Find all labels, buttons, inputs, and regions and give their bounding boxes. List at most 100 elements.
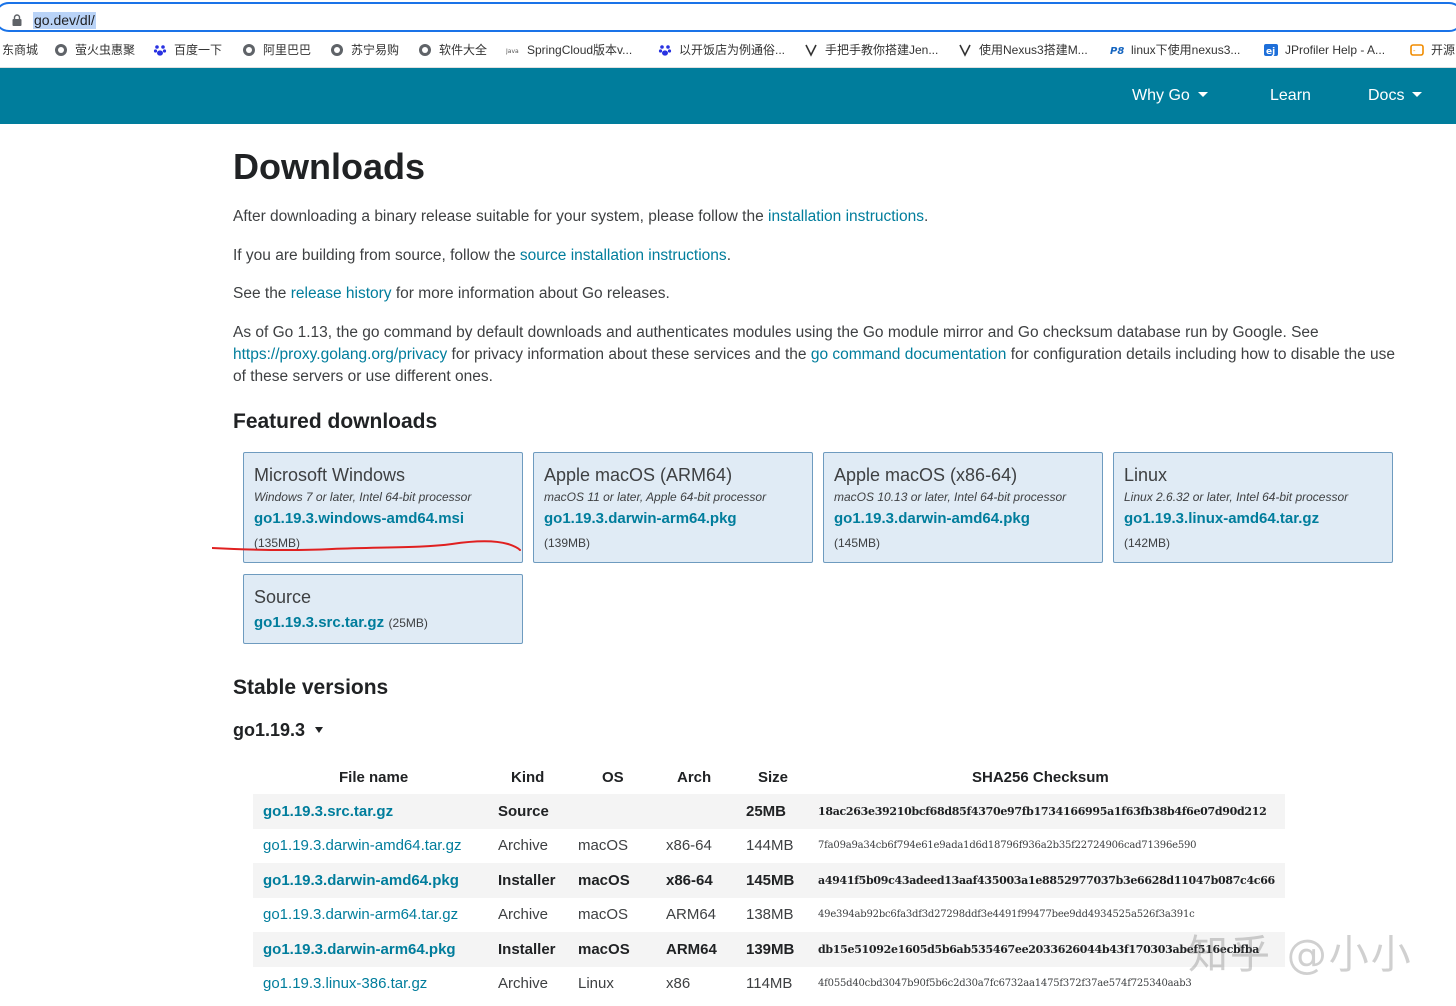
source-file-line: go1.19.3.src.tar.gz (25MB) [254, 614, 428, 632]
file-download-link[interactable]: go1.19.3.src.tar.gz [263, 803, 393, 820]
modules-paragraph: As of Go 1.13, the go command by default… [233, 322, 1398, 388]
site-header: Why Go Learn Docs [0, 68, 1456, 124]
java-icon: Java [505, 43, 520, 57]
bookmark-item[interactable]: 百度一下 [153, 42, 222, 58]
bookmark-label: 使用Nexus3搭建M... [979, 43, 1088, 57]
p8-icon: P8 [1110, 43, 1124, 57]
kind-cell: Installer [498, 863, 578, 898]
browser-address-bar: go.dev/dl/ [0, 0, 1456, 34]
file-download-link[interactable]: go1.19.3.darwin-arm64.pkg [263, 941, 456, 958]
file-name-cell: go1.19.3.darwin-arm64.pkg [253, 932, 498, 967]
table-header-row: File name Kind OS Arch Size SHA256 Check… [253, 760, 1285, 794]
bookmark-item[interactable]: 使用Nexus3搭建M... [958, 42, 1088, 58]
col-size: Size [758, 768, 789, 786]
text: If you are building from source, follow … [233, 247, 520, 264]
file-name-cell: go1.19.3.darwin-amd64.pkg [253, 863, 498, 898]
release-history-link[interactable]: release history [291, 285, 392, 302]
featured-card-linux[interactable]: Linux Linux 2.6.32 or later, Intel 64-bi… [1113, 452, 1393, 563]
text: After downloading a binary release suita… [233, 208, 769, 225]
bookmark-label: 手把手教你搭建Jen... [825, 43, 939, 57]
bookmark-item[interactable]: 软件大全 [418, 42, 487, 58]
bookmark-item[interactable]: 萤火虫惠聚 [54, 42, 135, 58]
bookmark-label: 苏宁易购 [351, 43, 400, 57]
arch-cell: x86-64 [666, 863, 746, 898]
featured-card-macos-x86[interactable]: Apple macOS (x86-64) macOS 10.13 or late… [823, 452, 1103, 563]
col-os: OS [602, 768, 624, 786]
globe-icon [330, 43, 344, 57]
size-cell: 144MB [746, 837, 794, 855]
bookmark-item[interactable]: P8 linux下使用nexus3... [1110, 42, 1240, 58]
os-cell: macOS [578, 837, 629, 855]
card-file-link[interactable]: go1.19.3.darwin-amd64.pkg [834, 510, 1030, 527]
proxy-privacy-link[interactable]: https://proxy.golang.org/privacy [233, 346, 447, 363]
file-name-cell: go1.19.3.src.tar.gz [253, 794, 498, 829]
size-cell: 138MB [746, 906, 794, 924]
watermark: 知乎 @小小 [1188, 932, 1413, 978]
bookmark-item[interactable]: 阿里巴巴 [242, 42, 311, 58]
stable-versions-heading: Stable versions [233, 676, 389, 699]
svg-text:P8: P8 [1110, 46, 1124, 57]
bookmark-item[interactable]: ej JProfiler Help - A... [1264, 42, 1385, 58]
table-row: go1.19.3.darwin-arm64.tar.gz Archive macOS… [253, 898, 1285, 933]
nav-why-go[interactable]: Why Go [1132, 87, 1208, 105]
os-cell [578, 794, 666, 829]
text: . [726, 247, 731, 264]
file-download-link[interactable]: go1.19.3.darwin-arm64.tar.gz [263, 906, 458, 923]
downloads-table: File name Kind OS Arch Size SHA256 Check… [253, 760, 1285, 1001]
bookmark-label: 百度一下 [174, 43, 223, 57]
size-cell: 139MB [746, 932, 818, 967]
card-desc: Windows 7 or later, Intel 64-bit process… [254, 490, 472, 504]
table-row: go1.19.3.src.tar.gz Source 25MB 18ac263e392… [253, 794, 1285, 829]
card-file-link[interactable]: go1.19.3.src.tar.gz [254, 614, 384, 631]
go-command-docs-link[interactable]: go command documentation [811, 346, 1007, 363]
url-text[interactable]: go.dev/dl/ [33, 12, 96, 29]
checksum-cell: 18ac263e39210bcf68d85f4370e97fb173416699… [818, 794, 1285, 829]
kind-cell: Installer [498, 932, 578, 967]
kind-cell: Source [498, 794, 578, 829]
file-name-cell: go1.19.3.darwin-arm64.tar.gz [253, 898, 498, 933]
installation-instructions-link[interactable]: installation instructions [768, 208, 924, 225]
nav-learn[interactable]: Learn [1270, 87, 1311, 105]
url-field[interactable]: go.dev/dl/ [0, 2, 1456, 32]
svg-text:-: - [1413, 47, 1416, 55]
bookmark-item[interactable]: 苏宁易购 [330, 42, 399, 58]
bookmark-label: 开源 [1431, 43, 1456, 57]
page-title: Downloads [233, 146, 426, 187]
globe-icon [242, 43, 256, 57]
bookmark-item[interactable]: 以开饭店为例通俗... [658, 42, 785, 58]
file-download-link[interactable]: go1.19.3.linux-386.tar.gz [263, 975, 427, 992]
arch-cell: ARM64 [666, 932, 746, 967]
featured-card-macos-arm64[interactable]: Apple macOS (ARM64) macOS 11 or later, A… [533, 452, 813, 563]
os-cell: macOS [578, 932, 666, 967]
source-installation-link[interactable]: source installation instructions [520, 247, 727, 264]
bookmark-item[interactable]: Java SpringCloud版本v... [505, 42, 632, 58]
ej-icon: ej [1264, 43, 1278, 57]
bookmark-item[interactable]: - 开源 [1410, 42, 1455, 58]
card-os: Linux [1124, 465, 1168, 485]
bookmark-label: linux下使用nexus3... [1131, 43, 1241, 57]
featured-heading: Featured downloads [233, 410, 438, 433]
table-row: go1.19.3.darwin-amd64.tar.gz Archive macOS… [253, 829, 1285, 864]
file-download-link[interactable]: go1.19.3.darwin-amd64.tar.gz [263, 837, 461, 854]
intro-paragraph: After downloading a binary release suita… [233, 206, 1398, 228]
nav-docs[interactable]: Docs [1368, 87, 1423, 105]
globe-icon [418, 43, 432, 57]
card-os: Microsoft Windows [254, 465, 406, 485]
table-row: go1.19.3.linux-386.tar.gz Archive Linux x86… [253, 967, 1285, 1002]
card-desc: Linux 2.6.32 or later, Intel 64-bit proc… [1124, 490, 1349, 504]
bookmark-item[interactable]: 东商城 [2, 42, 38, 58]
version-toggle[interactable]: go1.19.3 [233, 720, 324, 741]
table-row: go1.19.3.darwin-arm64.pkg Installer macOS A… [253, 932, 1285, 967]
featured-card-source[interactable]: Source go1.19.3.src.tar.gz (25MB) [243, 574, 523, 644]
bookmark-label: 阿里巴巴 [263, 43, 312, 57]
kind-cell: Archive [498, 906, 549, 924]
source-paragraph: If you are building from source, follow … [233, 245, 1398, 267]
card-file-link[interactable]: go1.19.3.darwin-arm64.pkg [544, 510, 737, 527]
version-label: go1.19.3 [233, 720, 306, 740]
card-file-link[interactable]: go1.19.3.windows-amd64.msi [254, 510, 464, 527]
bookmark-label: 萤火虫惠聚 [75, 43, 136, 57]
file-download-link[interactable]: go1.19.3.darwin-amd64.pkg [263, 872, 459, 889]
card-file-link[interactable]: go1.19.3.linux-amd64.tar.gz [1124, 510, 1319, 527]
bookmark-item[interactable]: 手把手教你搭建Jen... [804, 42, 938, 58]
col-kind: Kind [511, 768, 545, 786]
